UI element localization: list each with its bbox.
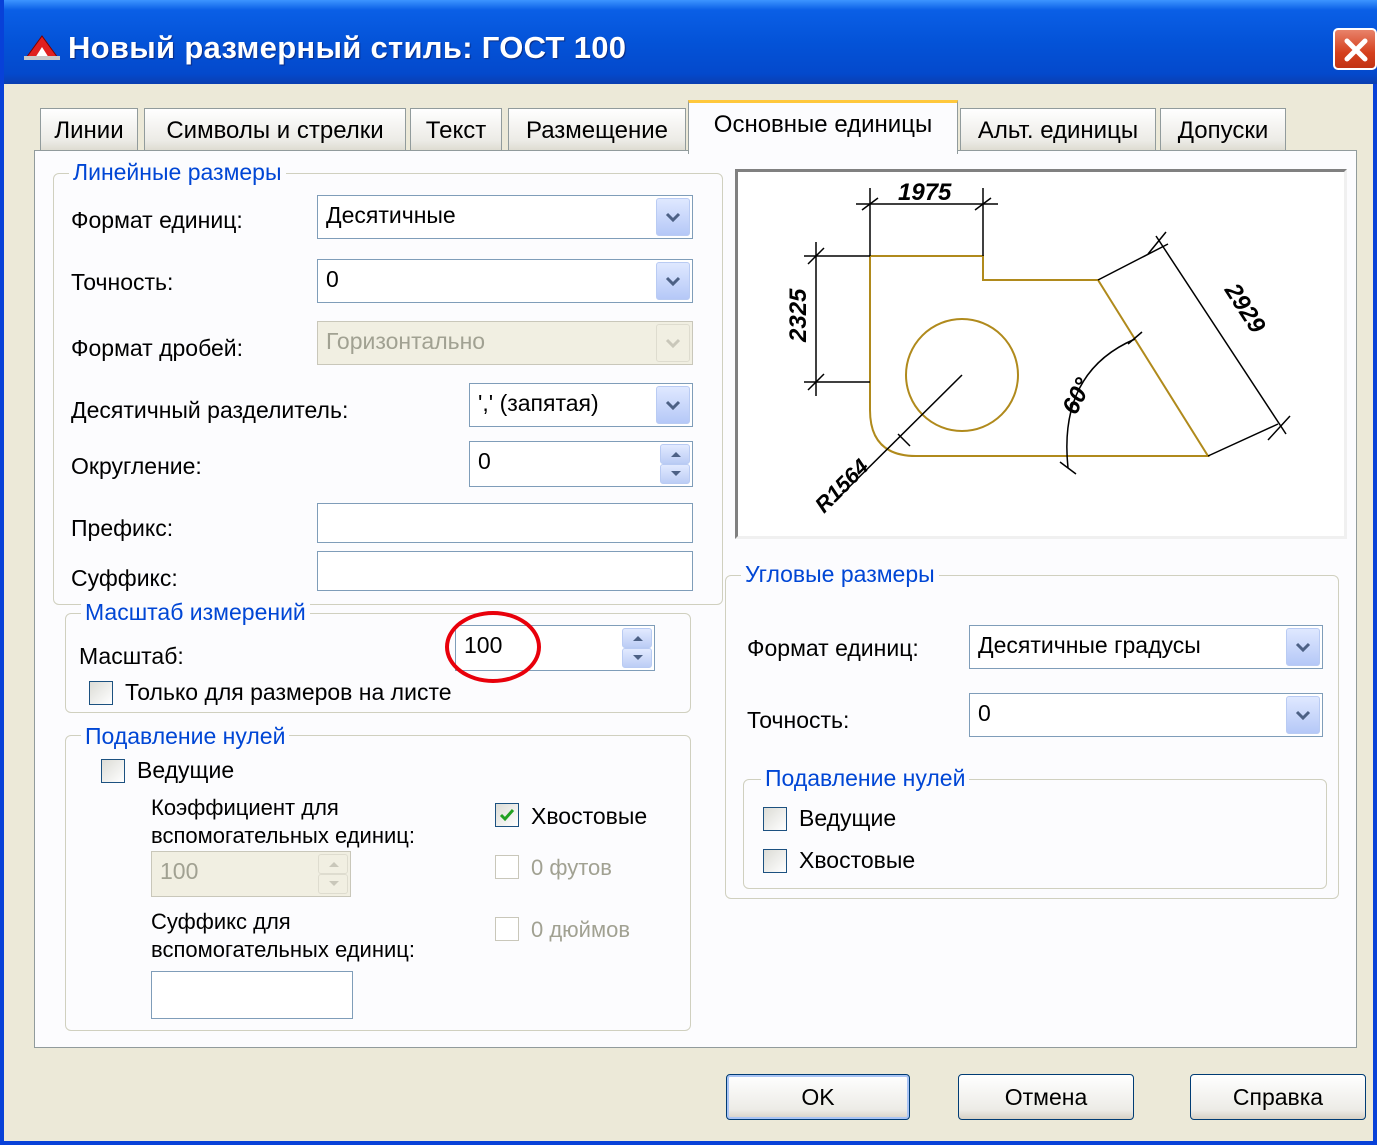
tab-lines[interactable]: Линии	[40, 108, 138, 154]
decimal-separator-select[interactable]: ',' (запятая)	[469, 383, 693, 427]
spin-up-icon[interactable]	[622, 628, 652, 648]
angular-unit-format-select[interactable]: Десятичные градусы	[969, 625, 1323, 669]
close-icon	[1344, 38, 1368, 62]
title-bar[interactable]: Новый размерный стиль: ГОСТ 100	[4, 0, 1377, 84]
zero-inches-checkbox[interactable]	[495, 917, 519, 941]
fraction-format-value: Горизонтально	[326, 328, 486, 354]
chevron-down-icon[interactable]	[656, 198, 690, 236]
chevron-down-icon[interactable]	[656, 324, 690, 362]
ok-button[interactable]: OK	[726, 1074, 910, 1120]
window-title: Новый размерный стиль: ГОСТ 100	[68, 30, 627, 65]
spin-up-icon[interactable]	[660, 444, 690, 464]
chevron-down-icon[interactable]	[1286, 696, 1320, 734]
tab-text[interactable]: Текст	[410, 108, 502, 154]
angular-precision-value: 0	[978, 700, 991, 726]
autocad-icon	[24, 35, 60, 60]
chevron-down-icon[interactable]	[656, 386, 690, 424]
angular-unit-format-label: Формат единиц:	[747, 635, 919, 661]
angular-leading-zeros-checkbox[interactable]	[763, 807, 787, 831]
sub-factor-value: 100	[160, 858, 199, 884]
cancel-button[interactable]: Отмена	[958, 1074, 1134, 1120]
round-off-value: 0	[478, 448, 491, 474]
tab-symbols-arrows[interactable]: Символы и стрелки	[144, 108, 406, 154]
chevron-down-icon[interactable]	[656, 262, 690, 300]
zero-suppression-title: Подавление нулей	[81, 723, 290, 750]
prefix-input[interactable]	[317, 503, 693, 543]
dim-text-diag: 2929	[1218, 278, 1271, 339]
sub-suffix-label-2: вспомогательных единиц:	[151, 937, 415, 962]
dialog-window: Новый размерный стиль: ГОСТ 100 Линии Си…	[0, 0, 1377, 1145]
zero-feet-checkbox[interactable]	[495, 855, 519, 879]
sub-suffix-input[interactable]	[151, 971, 353, 1019]
leading-zeros-checkbox[interactable]	[101, 759, 125, 783]
angular-leading-zeros-label: Ведущие	[799, 805, 897, 831]
checkmark-icon	[499, 809, 515, 822]
zero-feet-label: 0 футов	[531, 855, 612, 880]
decimal-separator-label: Десятичный разделитель:	[71, 397, 349, 423]
zero-inches-label: 0 дюймов	[531, 917, 631, 942]
dim-text-left: 2325	[785, 288, 812, 343]
sub-factor-label-2: вспомогательных единиц:	[151, 823, 415, 848]
angular-unit-format-value: Десятичные градусы	[978, 632, 1201, 658]
sub-factor-spinner[interactable]: 100	[151, 851, 351, 897]
angular-trailing-zeros-label: Хвостовые	[799, 847, 916, 873]
angular-zero-suppression-title: Подавление нулей	[761, 765, 970, 792]
fraction-format-select[interactable]: Горизонтально	[317, 321, 693, 365]
tab-alt-units[interactable]: Альт. единицы	[960, 108, 1156, 154]
spin-down-icon[interactable]	[660, 464, 690, 484]
layout-only-label: Только для размеров на листе	[125, 679, 452, 705]
angular-trailing-zeros-checkbox[interactable]	[763, 849, 787, 873]
tab-primary-units[interactable]: Основные единицы	[688, 100, 958, 154]
angular-precision-label: Точность:	[747, 707, 850, 733]
unit-format-select[interactable]: Десятичные	[317, 195, 693, 239]
trailing-zeros-label: Хвостовые	[531, 803, 648, 829]
angular-precision-select[interactable]: 0	[969, 693, 1323, 737]
dim-text-top: 1975	[898, 179, 952, 206]
tab-panel: Линейные размеры Формат единиц: Десятичн…	[34, 150, 1357, 1048]
tab-placement[interactable]: Размещение	[508, 108, 686, 154]
spin-down-icon[interactable]	[318, 874, 348, 894]
highlight-circle	[445, 611, 541, 683]
chevron-down-icon[interactable]	[1286, 628, 1320, 666]
preview-pane: 1975 2325 2929 60° R1564	[735, 169, 1347, 539]
dimension-preview-drawing: 1975 2325 2929 60° R1564	[785, 179, 1291, 518]
decimal-separator-value: ',' (запятая)	[478, 390, 599, 416]
help-button[interactable]: Справка	[1190, 1074, 1366, 1120]
measurement-scale-title: Масштаб измерений	[81, 599, 310, 626]
leading-zeros-label: Ведущие	[137, 757, 235, 783]
prefix-label: Префикс:	[71, 515, 174, 541]
precision-select[interactable]: 0	[317, 259, 693, 303]
spin-down-icon[interactable]	[622, 648, 652, 668]
suffix-input[interactable]	[317, 551, 693, 591]
dim-text-angle: 60°	[1057, 374, 1097, 419]
trailing-zeros-checkbox[interactable]	[495, 803, 519, 827]
round-off-label: Округление:	[71, 453, 202, 479]
round-off-spinner[interactable]: 0	[469, 441, 693, 487]
sub-suffix-label-1: Суффикс для	[151, 909, 291, 934]
close-button[interactable]	[1333, 28, 1377, 70]
unit-format-label: Формат единиц:	[71, 207, 243, 233]
tab-tolerances[interactable]: Допуски	[1160, 108, 1286, 154]
linear-dims-title: Линейные размеры	[69, 159, 286, 186]
spin-up-icon[interactable]	[318, 854, 348, 874]
layout-only-checkbox[interactable]	[89, 681, 113, 705]
angular-dims-title: Угловые размеры	[741, 561, 939, 588]
sub-factor-label-1: Коэффициент для	[151, 795, 339, 820]
unit-format-value: Десятичные	[326, 202, 456, 228]
fraction-format-label: Формат дробей:	[71, 335, 244, 361]
precision-value: 0	[326, 266, 339, 292]
scale-label: Масштаб:	[79, 643, 184, 669]
dim-text-radius: R1564	[810, 454, 874, 518]
suffix-label: Суффикс:	[71, 565, 178, 591]
precision-label: Точность:	[71, 269, 174, 295]
